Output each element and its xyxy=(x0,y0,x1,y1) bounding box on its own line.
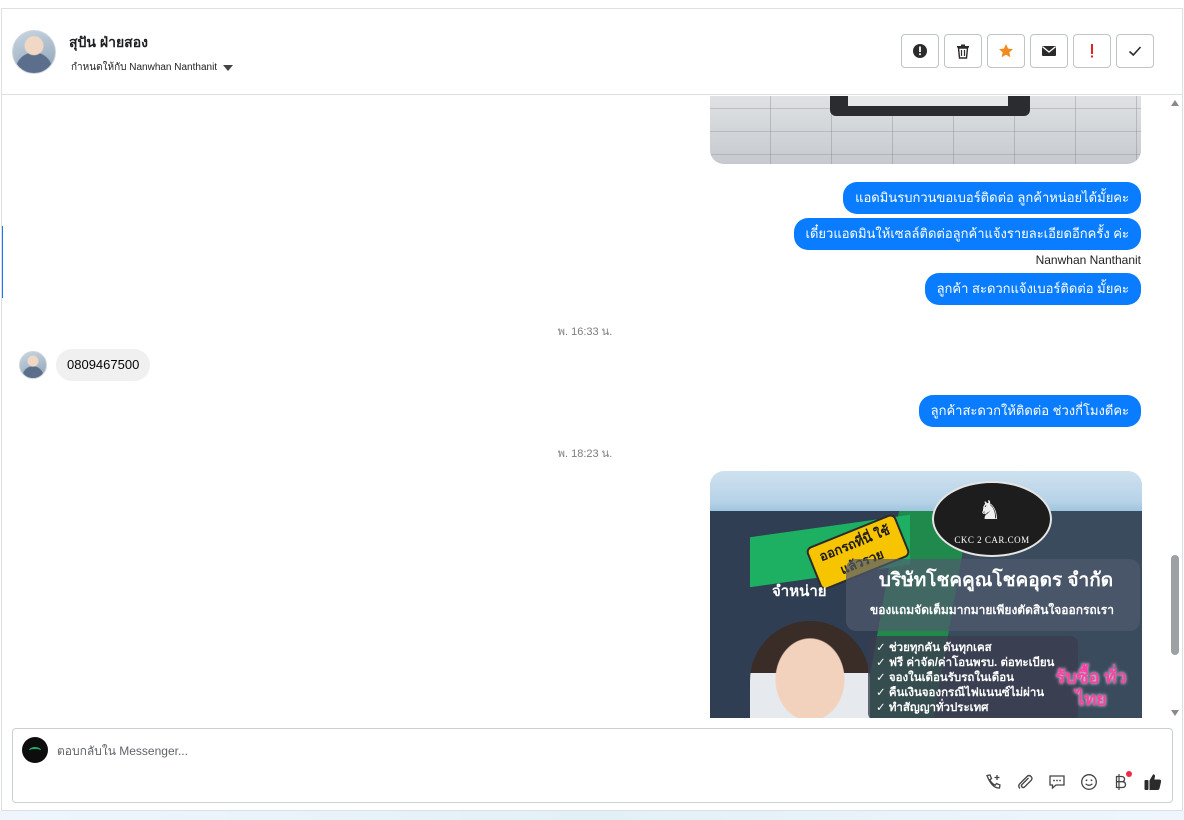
delete-button[interactable] xyxy=(944,34,982,68)
benefit-item: ฟรี ค่าจัด/ค่าโอนพรบ. ต่อทะเบียน xyxy=(876,656,1070,671)
incoming-message[interactable]: 0809467500 xyxy=(56,349,151,381)
contact-avatar[interactable] xyxy=(12,30,56,74)
company-name: บริษัทโชคคูณโชคอุดร จำกัด xyxy=(878,570,1114,591)
check-icon xyxy=(1128,46,1142,57)
benefit-item: ทำสัญญาทั่วประเทศ xyxy=(876,701,1070,716)
contact-name[interactable]: สุปัน ฝ่ายสอง xyxy=(69,32,148,54)
car-photo xyxy=(830,96,1030,116)
thumbs-up-icon[interactable] xyxy=(1142,771,1164,793)
conversation-header: สุปัน ฝ่ายสอง กำหนดให้กับ Nanwhan Nantha… xyxy=(2,9,1182,95)
mark-done-button[interactable] xyxy=(1116,34,1154,68)
notification-dot xyxy=(1126,771,1132,777)
baht-icon[interactable] xyxy=(1110,771,1132,793)
showroom-sign: จำหน่าย xyxy=(772,583,827,600)
report-button[interactable] xyxy=(901,34,939,68)
sent-image-car[interactable] xyxy=(710,96,1141,164)
sender-name: Nanwhan Nanthanit xyxy=(1035,253,1141,267)
benefit-item: จองในเดือนรับรถในเดือน xyxy=(876,671,1070,686)
buy-nationwide-badge: รับซื้อ ทั่วไทย xyxy=(1055,667,1127,709)
benefit-item: คืนเงินจองกรณีไฟแนนซ์ไม่ผ่าน xyxy=(876,686,1070,701)
outgoing-message[interactable]: ลูกค้าสะดวกให้ติดต่อ ช่วงกี่โมงดีคะ xyxy=(918,395,1141,427)
assigned-to-label: กำหนดให้กับ Nanwhan Nanthanit xyxy=(71,62,218,73)
page-avatar xyxy=(22,737,48,763)
thread-scrollbar[interactable] xyxy=(1168,96,1182,718)
reply-input[interactable] xyxy=(57,741,957,761)
mark-unread-button[interactable] xyxy=(1030,34,1068,68)
assigned-to-dropdown[interactable]: กำหนดให้กับ Nanwhan Nanthanit xyxy=(71,60,234,75)
timestamp: พ. 16:33 น. xyxy=(557,326,613,338)
exclamation-icon xyxy=(1091,44,1093,58)
header-actions xyxy=(901,34,1154,68)
benefit-list: ช่วยทุกคัน ดันทุกเคส ฟรี ค่าจัด/ค่าโอนพร… xyxy=(868,636,1078,718)
sent-image-advertisement[interactable]: ♞ CKC 2 CAR.COM ออกรถที่นี่ ใช้แล้วรวย จ… xyxy=(710,471,1142,718)
flag-important-button[interactable] xyxy=(1073,34,1111,68)
scroll-down-arrow-icon[interactable] xyxy=(1171,710,1179,716)
outgoing-message[interactable]: แอดมินรบกวนขอเบอร์ติดต่อ ลูกค้าหน่อยได้ม… xyxy=(843,182,1141,214)
star-icon xyxy=(999,44,1013,58)
active-indicator xyxy=(2,226,3,298)
brand-logo: ♞ CKC 2 CAR.COM xyxy=(932,481,1052,557)
timestamp: พ. 18:23 น. xyxy=(557,448,613,460)
message-thread[interactable]: แอดมินรบกวนขอเบอร์ติดต่อ ลูกค้าหน่อยได้ม… xyxy=(2,96,1168,718)
trash-icon xyxy=(957,44,969,59)
page-bottom-strip xyxy=(0,811,1184,820)
outgoing-message[interactable]: เดี๋ยวแอดมินให้เซลล์ติดต่อลูกค้าแจ้งรายล… xyxy=(793,218,1141,250)
phone-add-icon[interactable] xyxy=(982,771,1004,793)
emoji-icon[interactable] xyxy=(1078,771,1100,793)
envelope-icon xyxy=(1042,46,1056,56)
reply-composer xyxy=(12,728,1173,803)
benefit-item: ช่วยทุกคัน ดันทุกเคส xyxy=(876,641,1070,656)
scroll-up-arrow-icon[interactable] xyxy=(1171,100,1179,106)
star-button[interactable] xyxy=(987,34,1025,68)
paperclip-icon[interactable] xyxy=(1014,771,1036,793)
contact-avatar-small[interactable] xyxy=(19,351,47,379)
inbox-conversation-panel: สุปัน ฝ่ายสอง กำหนดให้กับ Nanwhan Nantha… xyxy=(1,8,1183,811)
alert-circle-icon xyxy=(913,44,927,58)
composer-toolbar xyxy=(982,771,1164,793)
outgoing-message[interactable]: ลูกค้า สะดวกแจ้งเบอร์ติดต่อ มั้ยคะ xyxy=(924,273,1141,305)
scroll-thumb[interactable] xyxy=(1171,555,1179,655)
brand-name: CKC 2 CAR.COM xyxy=(954,535,1030,545)
ad-tagline: ของแถมจัดเต็มมากมายเพียงตัดสินใจออกรถเรา xyxy=(870,603,1114,617)
caret-down-icon xyxy=(223,64,234,71)
pegasus-icon: ♞ xyxy=(978,495,1002,525)
chat-bubble-icon[interactable] xyxy=(1046,771,1068,793)
